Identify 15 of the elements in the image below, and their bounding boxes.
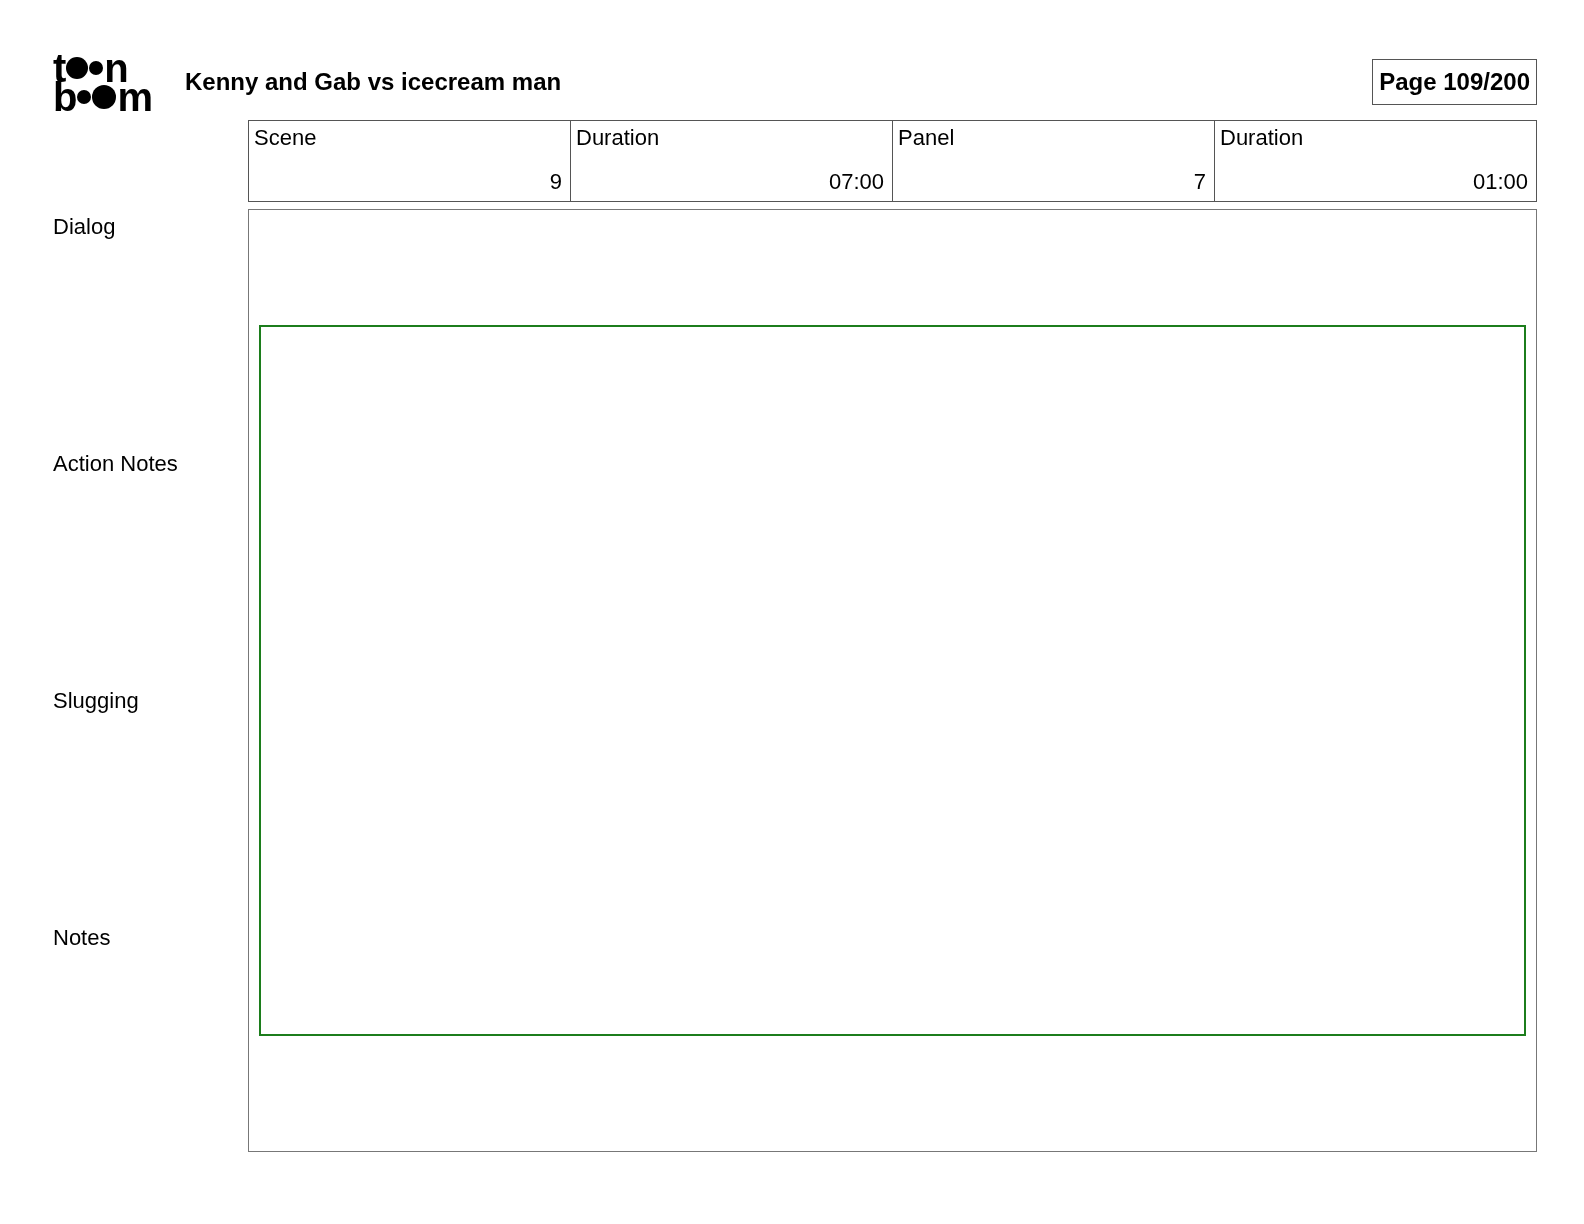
document-title: Kenny and Gab vs icecream man	[185, 67, 562, 97]
cell-value: 01:00	[1471, 168, 1528, 195]
logo: t n b m	[53, 53, 153, 111]
cell-value: 07:00	[827, 168, 884, 195]
column-header: Duration	[576, 125, 661, 152]
section-label: Notes	[53, 925, 112, 952]
column-header: Panel	[898, 125, 956, 152]
column-header: Scene	[254, 125, 318, 152]
cell-value: 7	[1192, 168, 1206, 195]
column-header: Duration	[1220, 125, 1305, 152]
section-label: Action Notes	[53, 451, 179, 478]
section-label: Slugging	[53, 688, 140, 715]
cell-value: 9	[548, 168, 562, 195]
section-label: Dialog	[53, 214, 117, 241]
page-number: Page 109/200	[1372, 59, 1537, 105]
